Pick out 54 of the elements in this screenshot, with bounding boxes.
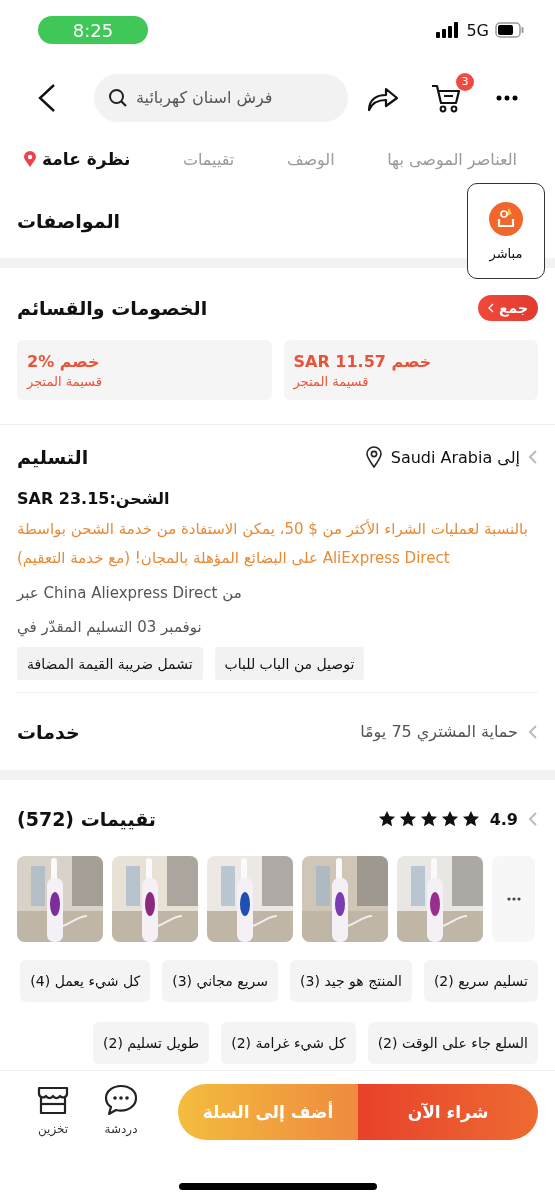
review-tag[interactable]: طويل تسليم (2): [93, 1022, 210, 1064]
chevron-icon: [487, 303, 494, 313]
chevron-icon: [528, 811, 538, 827]
coupon-type: قسيمة المتجر: [27, 373, 102, 389]
network-label: 5G: [466, 20, 489, 40]
pin-icon: [24, 151, 37, 167]
buyer-protection-link[interactable]: حماية المشتري 75 يومًا: [360, 722, 518, 741]
coupon-value: خصم %2: [27, 351, 100, 371]
cart-badge: 3: [456, 72, 474, 91]
review-tag[interactable]: كل شيء يعمل (4): [20, 960, 151, 1002]
collect-button[interactable]: جمع: [477, 295, 538, 321]
delivery-tag: تشمل ضريبة القيمة المضافة: [17, 647, 203, 680]
chat-icon: [104, 1084, 138, 1116]
delivery-tag: توصيل من الباب للباب: [214, 647, 365, 680]
status-time: 8:25: [38, 16, 148, 44]
location-icon: [364, 446, 383, 468]
tab[interactable]: نظرة عامة: [24, 149, 131, 169]
star-icon: [440, 810, 459, 828]
review-tag[interactable]: كل شيء غرامة (2): [221, 1022, 356, 1064]
search-field[interactable]: فرش اسنان كهربائية: [94, 73, 348, 122]
section-title: المواصفات: [17, 209, 121, 232]
delivery-estimate: نوفمبر 03 التسليم المقدّر في: [17, 617, 203, 639]
battery-icon: [495, 22, 525, 38]
more-icon: [506, 897, 521, 901]
star-icon: [377, 810, 396, 828]
section-title: التسليم: [17, 446, 89, 468]
destination-link[interactable]: إلى Saudi Arabia: [390, 447, 520, 467]
chevron-icon: [528, 723, 538, 740]
shipping-cost: الشحن:SAR 23.15: [17, 489, 171, 508]
search-icon: [108, 87, 128, 108]
star-icon: [419, 810, 438, 828]
signal-icon: [436, 22, 461, 38]
section-title: الخصومات والقسائم: [17, 297, 208, 319]
rating-value: 4.9: [489, 809, 518, 829]
review-tag[interactable]: السلع جاء على الوقت (2): [367, 1022, 538, 1064]
more-icon[interactable]: [496, 94, 518, 101]
review-tag[interactable]: تسليم سريع (2): [423, 960, 538, 1002]
shipping-route: من China Aliexpress Direct عبر: [17, 583, 243, 604]
shipping-promo: بالنسبة لعمليات الشراء الأكثر من $ 50، يمكن الاستفادة من خدمة الشحن بواسطة AliExpress Direct على البضائع المؤهلة بالمجان! (مع خدمة التعقيم): [17, 518, 529, 569]
review-tag[interactable]: المنتج هو جيد (3): [290, 960, 412, 1002]
live-icon: [489, 201, 523, 236]
review-tag[interactable]: سريع مجاني (3): [162, 960, 279, 1002]
star-icon: [398, 810, 417, 828]
store-button[interactable]: تخزين: [30, 1084, 76, 1136]
section-title: خدمات: [17, 720, 80, 743]
section-title: تقييمات (572): [17, 808, 156, 830]
store-icon: [37, 1084, 69, 1116]
coupon-type: قسيمة المتجر: [293, 373, 369, 389]
chevron-icon: [528, 449, 538, 465]
coupon-value: خصم SAR 11.57: [293, 351, 432, 371]
star-icon: [461, 810, 480, 828]
buy-now-button[interactable]: شراء الآن: [358, 1084, 538, 1140]
chat-button[interactable]: دردشة: [98, 1084, 144, 1136]
live-button[interactable]: مباشر: [467, 183, 545, 279]
